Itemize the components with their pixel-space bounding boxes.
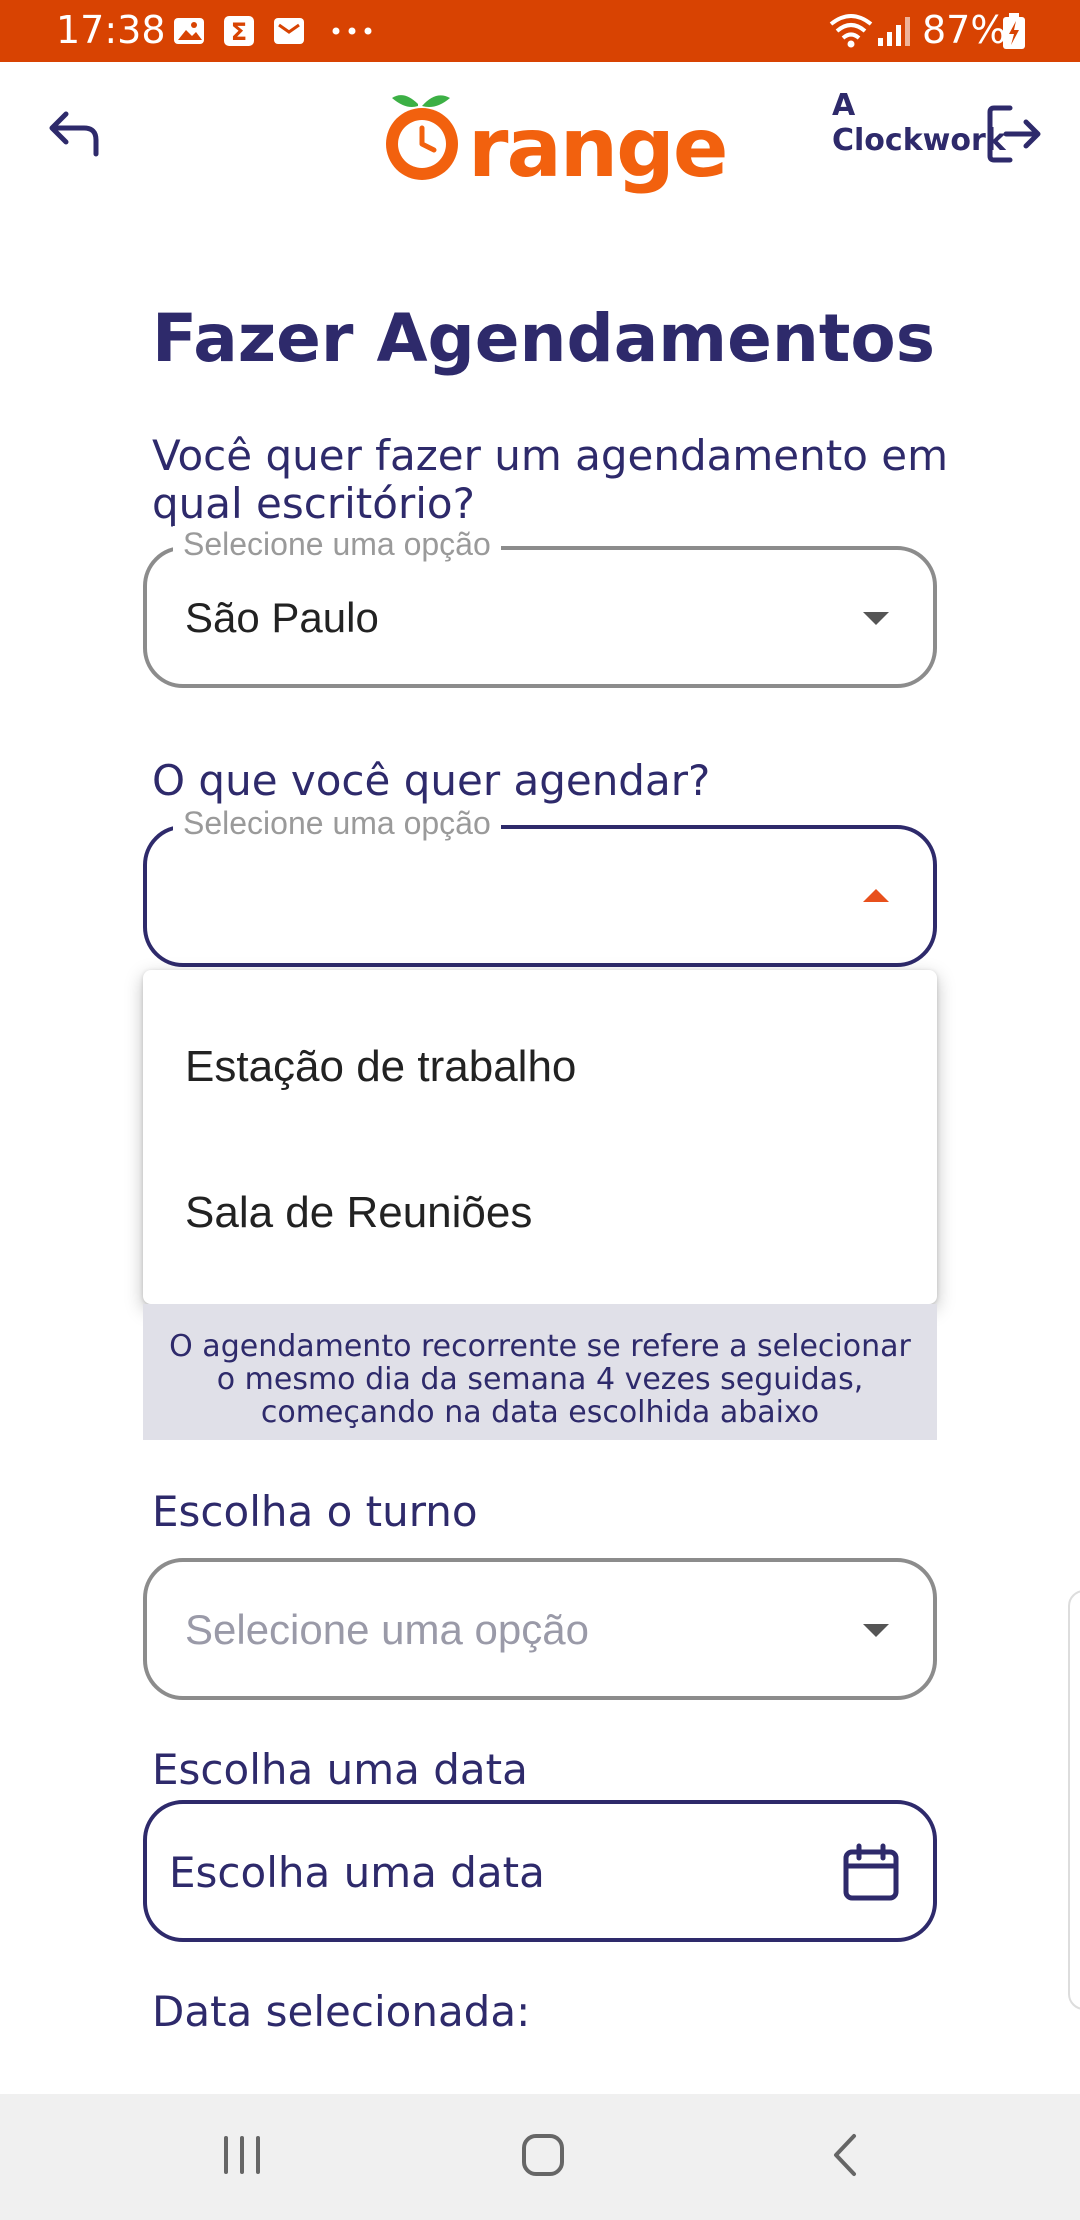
type-question-label: O que você quer agendar? xyxy=(152,756,711,805)
recurrence-info-box: O agendamento recorrente se refere a sel… xyxy=(143,1304,937,1440)
office-select[interactable]: Selecione uma opção São Paulo xyxy=(143,526,937,688)
app-header: A Clockwork range xyxy=(0,62,1080,212)
mail-icon xyxy=(274,18,304,44)
status-bar: 17:38 Σ 87% xyxy=(0,0,1080,62)
date-input[interactable]: Escolha uma data xyxy=(143,1800,937,1942)
logo-text-main: range xyxy=(468,101,728,196)
selected-date-label: Data selecionada: xyxy=(152,1987,531,2036)
menu-item-label: Sala de Reuniões xyxy=(185,1188,533,1237)
chevron-down-icon xyxy=(863,612,889,625)
shift-label: Escolha o turno xyxy=(152,1487,478,1536)
sigma-icon: Σ xyxy=(224,16,254,46)
shift-select-placeholder: Selecione uma opção xyxy=(185,1606,589,1653)
image-icon xyxy=(174,18,204,44)
logo-text-top: A Clockwork xyxy=(832,88,1006,158)
recent-apps-icon[interactable] xyxy=(218,2134,266,2176)
back-nav-icon[interactable] xyxy=(826,2132,866,2178)
svg-text:Σ: Σ xyxy=(231,18,247,46)
chevron-down-icon xyxy=(863,1624,889,1637)
calendar-icon[interactable] xyxy=(841,1842,901,1904)
orange-clock-logo-icon xyxy=(386,95,458,180)
signal-icon xyxy=(878,17,910,46)
edge-panel-handle[interactable] xyxy=(1068,1590,1080,2010)
more-dots-icon xyxy=(332,27,372,35)
office-select-value: São Paulo xyxy=(185,594,379,641)
menu-item-workstation[interactable]: Estação de trabalho xyxy=(143,996,937,1142)
home-icon[interactable] xyxy=(520,2132,566,2178)
type-select-legend: Selecione uma opção xyxy=(173,805,501,842)
chevron-up-icon xyxy=(863,889,889,902)
office-select-legend: Selecione uma opção xyxy=(173,526,501,563)
type-dropdown-menu: Estação de trabalho Sala de Reuniões xyxy=(143,970,937,1304)
menu-item-meeting-room[interactable]: Sala de Reuniões xyxy=(143,1142,937,1288)
office-question-label: Você quer fazer um agendamento em qual e… xyxy=(152,431,948,528)
date-label: Escolha uma data xyxy=(152,1745,528,1794)
status-time: 17:38 xyxy=(56,8,166,52)
back-icon[interactable] xyxy=(44,104,104,164)
system-nav-bar xyxy=(0,2094,1080,2220)
menu-item-label: Estação de trabalho xyxy=(185,1042,577,1091)
page-title: Fazer Agendamentos xyxy=(152,300,936,377)
type-select[interactable]: Selecione uma opção xyxy=(143,805,937,967)
date-input-placeholder: Escolha uma data xyxy=(169,1848,545,1897)
recurrence-info-text: O agendamento recorrente se refere a sel… xyxy=(169,1329,911,1430)
battery-charging-icon xyxy=(1003,13,1025,49)
logout-icon[interactable] xyxy=(984,102,1044,166)
shift-select[interactable]: Selecione uma opção xyxy=(143,1558,937,1700)
app-logo: A Clockwork range xyxy=(380,62,1006,212)
battery-percent: 87% xyxy=(922,8,1007,52)
wifi-icon xyxy=(829,14,873,48)
